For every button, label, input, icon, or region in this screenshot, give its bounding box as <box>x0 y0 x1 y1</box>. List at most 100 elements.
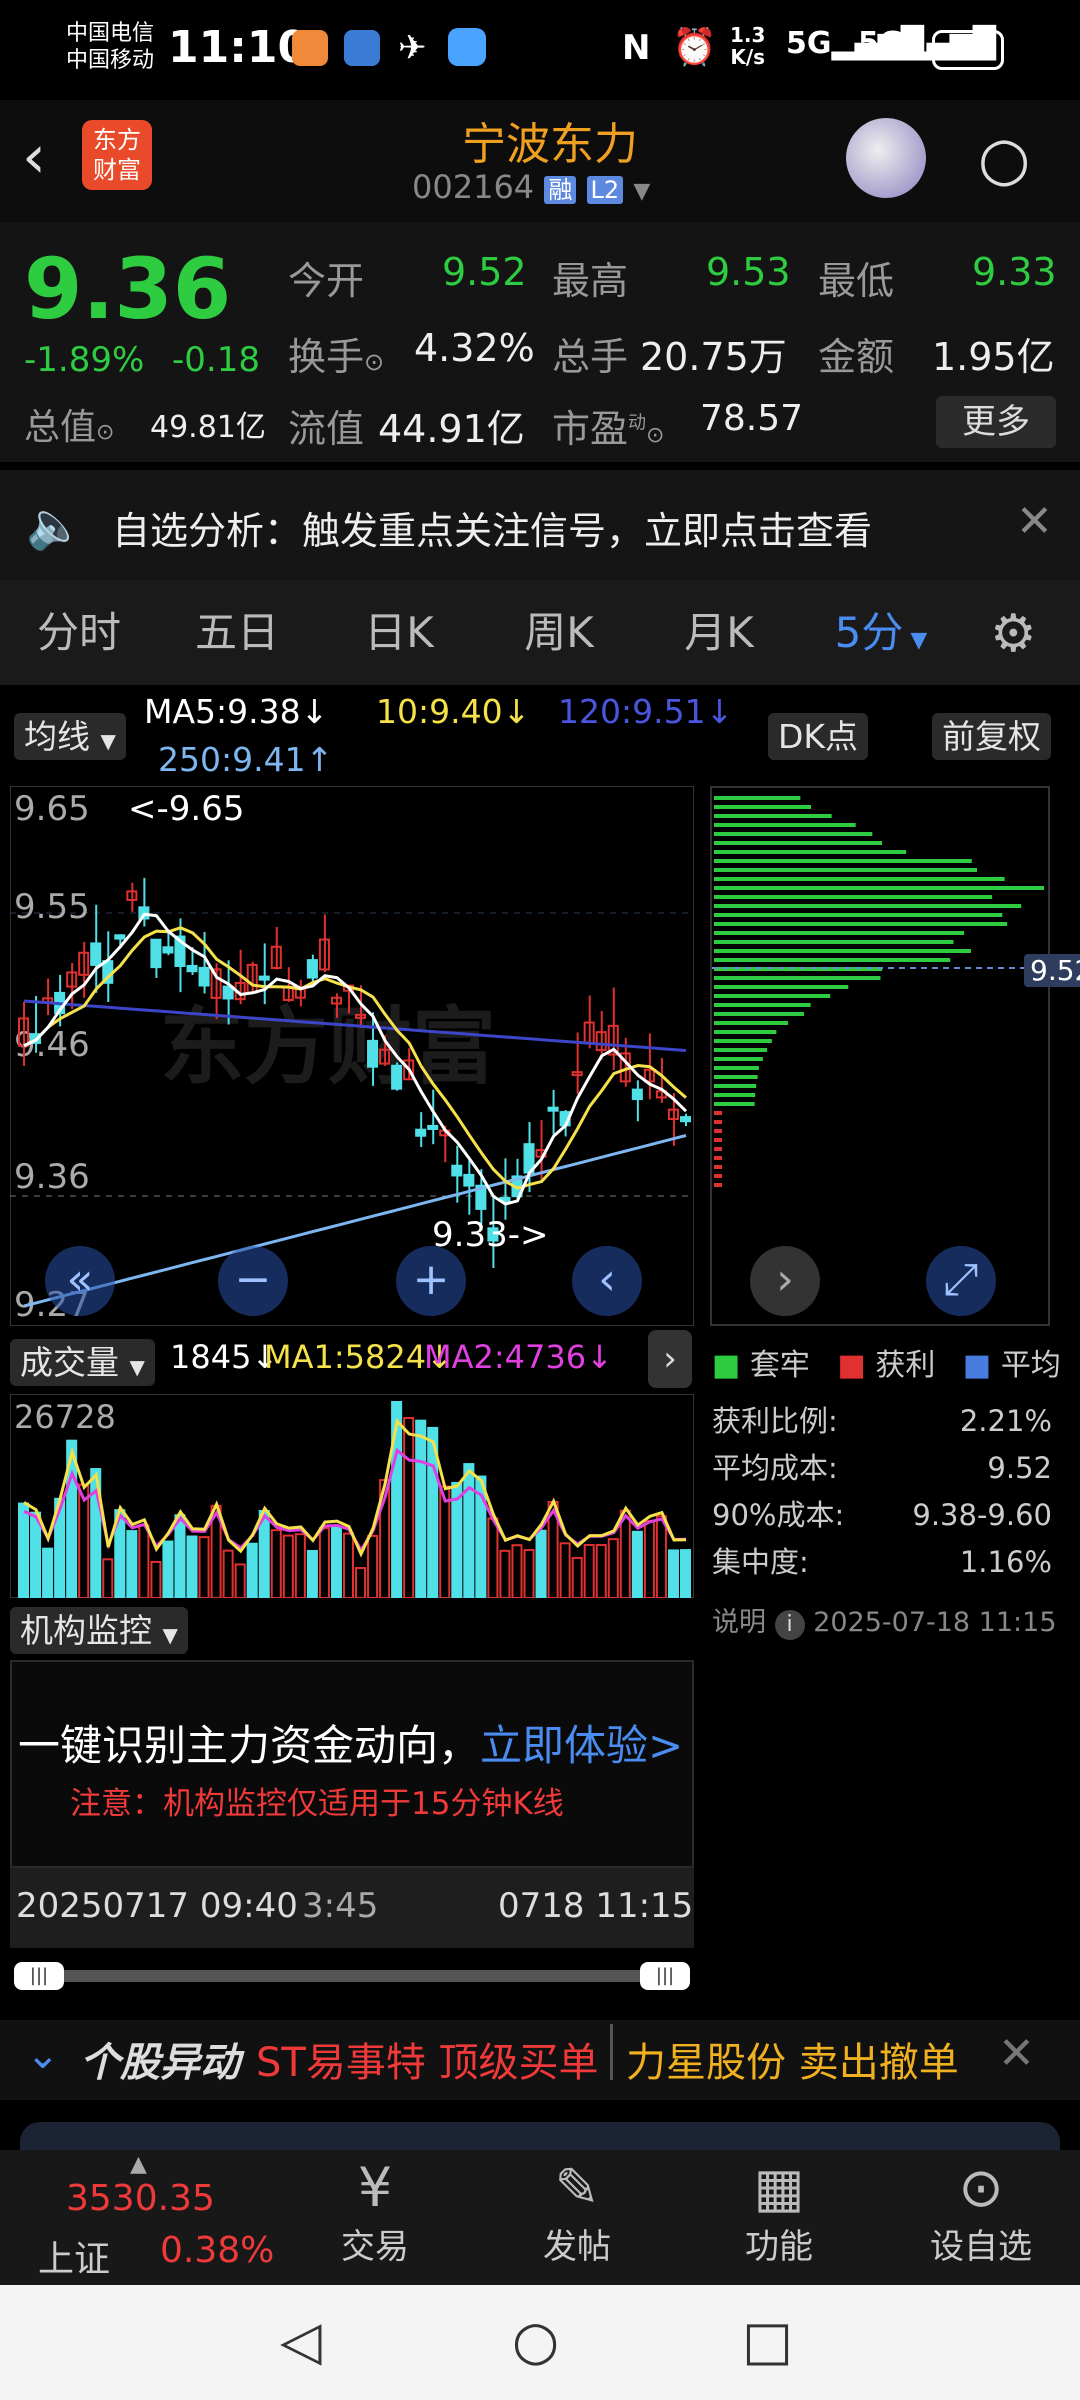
trade-button[interactable]: ¥ 交易 <box>300 2156 450 2268</box>
cost-row: 平均成本: 9.52 <box>712 1445 1052 1492</box>
watermark: 东方财富 <box>160 998 496 1096</box>
badge-margin: 融 <box>544 176 577 204</box>
adjust-forward-label: 前复权 <box>932 713 1051 760</box>
volume-current-value: 1845 <box>170 1338 252 1376</box>
scroll-left-icon[interactable]: « <box>45 1246 115 1316</box>
info-icon[interactable]: ⊙ <box>96 420 114 445</box>
index-name[interactable]: 上证 <box>38 2230 110 2282</box>
cost-bar <box>714 1183 723 1187</box>
index-pct[interactable]: 0.38% <box>160 2230 274 2271</box>
range-slider-track[interactable] <box>20 1970 684 1982</box>
cost-bar <box>714 1093 756 1097</box>
chevron-down-icon: ▼ <box>903 628 928 653</box>
cost-svg <box>712 796 1048 1187</box>
min-marker: 9.33-> <box>432 1215 548 1255</box>
nav-recents-icon[interactable]: □ <box>742 2309 793 2372</box>
step-left-icon[interactable]: ‹ <box>572 1246 642 1316</box>
dk-point-button[interactable]: DK点 <box>768 710 869 760</box>
zoom-in-icon[interactable]: + <box>396 1246 466 1316</box>
ma120-value: 120:9.51 <box>558 692 706 731</box>
cost-bar <box>714 904 1022 908</box>
kline-chart[interactable]: 东方财富 9.65 9.55 9.46 9.36 9.27 <-9.65 9.3… <box>9 785 695 1327</box>
yen-icon: ¥ <box>357 2156 393 2219</box>
stock-code-row[interactable]: 002164 融 L2 ▼ <box>412 168 650 206</box>
chevron-down-icon: ▼ <box>100 729 116 753</box>
more-button[interactable]: 更多 <box>936 396 1056 448</box>
volume-bar <box>246 1542 258 1600</box>
zoom-out-icon[interactable]: − <box>218 1246 288 1316</box>
app-notif-icon-2 <box>344 30 380 66</box>
panel-toggle-icon[interactable]: › <box>648 1330 692 1388</box>
info-icon: i <box>774 1610 805 1640</box>
candle <box>547 1106 559 1112</box>
cost-price-tag: 9.52 <box>1024 954 1080 987</box>
tab-intraday[interactable]: 分时 <box>4 580 154 685</box>
cost-note[interactable]: 说明 i 2025-07-18 11:15 <box>712 1600 1057 1640</box>
legend-avg-label: 平均 <box>1000 1348 1061 1383</box>
time-end: 0718 11:15 <box>498 1886 694 1926</box>
volume-bar <box>415 1419 427 1600</box>
nav-home-icon[interactable]: ○ <box>512 2309 559 2372</box>
tab-five-day[interactable]: 五日 <box>162 580 312 685</box>
search-icon[interactable]: ○ <box>978 124 1030 194</box>
ticker-item-1[interactable]: ST易事特 顶级买单 <box>256 2030 599 2088</box>
back-icon[interactable]: ‹ <box>22 122 46 192</box>
assistant-avatar-icon[interactable] <box>846 118 926 198</box>
candle <box>114 934 126 940</box>
institution-notice: 注意：机构监控仅适用于15分钟K线 <box>70 1786 564 1822</box>
volume-indicator-select[interactable]: 成交量 ▼ <box>10 1336 155 1386</box>
cost-bar <box>714 850 907 854</box>
candle <box>162 946 174 954</box>
cost-legend: ■ 套牢 ■ 获利 ■ 平均 <box>712 1340 1061 1384</box>
analysis-alert[interactable]: 🔈 自选分析：触发重点关注信号，立即点击查看 ✕ <box>0 470 1080 580</box>
nav-back-icon[interactable]: ◁ <box>280 2309 322 2372</box>
volume-bar <box>42 1547 54 1600</box>
volume-ma1-value: MA1:5824 <box>264 1338 427 1376</box>
tab-5min-label: 5分 <box>834 608 904 657</box>
tab-5min[interactable]: 5分 ▼ <box>806 580 956 685</box>
battery-level: 40 <box>949 35 987 65</box>
cost-bar <box>714 931 965 935</box>
cost-row-value: 1.16% <box>959 1545 1052 1579</box>
range-handle-right[interactable]: ||| <box>640 1962 690 1990</box>
cost-row: 集中度: 1.16% <box>712 1539 1052 1586</box>
cost-bar <box>714 949 971 953</box>
tab-daily[interactable]: 日K <box>324 580 474 685</box>
range-handle-left[interactable]: ||| <box>14 1962 64 1990</box>
candle <box>463 1173 475 1187</box>
cost-bar <box>714 940 954 944</box>
cost-row-key: 获利比例: <box>712 1404 838 1438</box>
adjust-forward-button[interactable]: 前复权 <box>932 710 1051 760</box>
stock-movement-ticker[interactable]: ⌄ 个股异动 ST易事特 顶级买单 力星股份 卖出撤单 ✕ <box>0 2020 1080 2100</box>
post-button[interactable]: ✎ 发帖 <box>502 2156 652 2268</box>
tab-monthly[interactable]: 月K <box>644 580 794 685</box>
function-button[interactable]: ▦ 功能 <box>704 2156 854 2268</box>
index-value[interactable]: 3530.35 <box>66 2178 215 2219</box>
try-now-link[interactable]: 立即体验> <box>480 1721 683 1770</box>
ticker-item-2[interactable]: 力星股份 卖出撤单 <box>626 2030 959 2088</box>
close-icon[interactable]: ✕ <box>998 2028 1035 2079</box>
float-label: 流值 <box>288 407 365 451</box>
institution-monitor-select[interactable]: 机构监控 ▼ <box>10 1604 188 1654</box>
open-label: 今开 <box>288 259 365 303</box>
legend-hold-label: 套牢 <box>749 1348 810 1383</box>
float-value: 44.91亿 <box>378 407 525 451</box>
close-icon[interactable]: ✕ <box>1016 496 1053 547</box>
chevron-down-icon[interactable]: ⌄ <box>26 2032 60 2078</box>
gear-icon[interactable]: ⚙ <box>990 604 1037 664</box>
candle <box>679 1116 692 1123</box>
stock-name[interactable]: 宁波东力 <box>440 108 660 172</box>
add-watchlist-button[interactable]: ⊙ 设自选 <box>906 2156 1056 2268</box>
expand-icon[interactable]: ⤢ <box>926 1246 996 1316</box>
pe-label: 市盈动⊙ <box>552 398 664 453</box>
info-icon[interactable]: ⊙ <box>646 423 664 448</box>
tab-weekly[interactable]: 周K <box>484 580 634 685</box>
kline-svg: 东方财富 9.65 9.55 9.46 9.36 9.27 <-9.65 9.3… <box>9 785 695 1327</box>
chevron-up-icon[interactable]: ▲ <box>130 2152 147 2177</box>
info-icon[interactable]: ⊙ <box>364 348 384 376</box>
indicator-select[interactable]: 均线 ▼ <box>14 710 126 760</box>
cost-row-key: 90%成本: <box>712 1498 845 1532</box>
step-right-icon[interactable]: › <box>750 1246 820 1316</box>
send-icon: ✈ <box>398 28 427 68</box>
institution-monitor-text: 机构监控 <box>20 1611 152 1650</box>
